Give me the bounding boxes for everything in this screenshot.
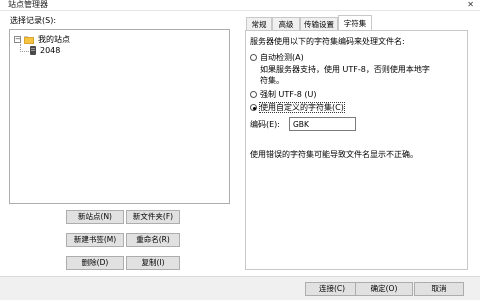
select-entry-label: 选择记录(S): [10,16,57,25]
charset-intro-text: 服务器使用以下的字符集编码来处理文件名: [250,37,405,46]
new-bookmark-button[interactable]: 新建书签(M) [66,233,124,247]
radio-force-utf8[interactable] [250,91,257,98]
new-folder-button[interactable]: 新文件夹(F) [126,210,180,224]
ok-button[interactable]: 确定(O) [355,282,413,296]
window-title: 站点管理器 [8,0,48,9]
charset-warning-text: 使用错误的字符集可能导致文件名显示不正确。 [250,150,418,159]
encoding-input[interactable] [289,117,356,131]
cancel-button[interactable]: 取消 [414,282,464,296]
title-bar: 站点管理器 ✕ [0,0,480,11]
tab-general[interactable]: 常规 [246,17,272,30]
tree-item-site-2048[interactable]: 2048 [30,45,60,56]
copy-button[interactable]: 复制(I) [126,256,180,270]
charset-panel: 服务器使用以下的字符集编码来处理文件名: 自动检测(A) 如果服务器支持，使用 … [245,30,468,270]
connect-button[interactable]: 连接(C) [305,282,359,296]
tab-charset[interactable]: 字符集 [338,15,372,31]
collapse-toggle-icon[interactable]: − [14,36,21,43]
delete-button[interactable]: 删除(D) [66,256,124,270]
tree-item-label: 我的站点 [38,35,70,44]
encoding-label: 编码(E): [250,120,280,129]
option-force-utf8[interactable]: 强制 UTF-8 (U) [250,89,317,100]
auto-detect-description: 如果服务器支持，使用 UTF-8，否则使用本地字 [260,65,430,74]
option-auto-detect-label: 自动检测(A) [260,53,304,62]
tab-advanced[interactable]: 高级 [272,17,300,30]
rename-button[interactable]: 重命名(R) [126,233,180,247]
new-site-button[interactable]: 新站点(N) [66,210,124,224]
option-auto-detect[interactable]: 自动检测(A) [250,52,304,63]
option-custom-charset-label: 使用自定义的字符集(C) [259,102,345,113]
option-custom-charset[interactable]: 使用自定义的字符集(C) [250,102,345,113]
radio-auto-detect[interactable] [250,54,257,61]
server-icon [30,46,36,55]
option-force-utf8-label: 强制 UTF-8 (U) [260,90,317,99]
folder-icon [24,35,34,44]
site-tree[interactable]: − 我的站点 2048 [9,29,230,204]
tab-transfer-settings[interactable]: 传输设置 [300,17,338,30]
auto-detect-description-cont: 符集。 [260,76,284,85]
radio-custom-charset[interactable] [250,104,257,111]
close-icon[interactable]: ✕ [467,0,474,9]
tree-item-label: 2048 [40,46,61,55]
